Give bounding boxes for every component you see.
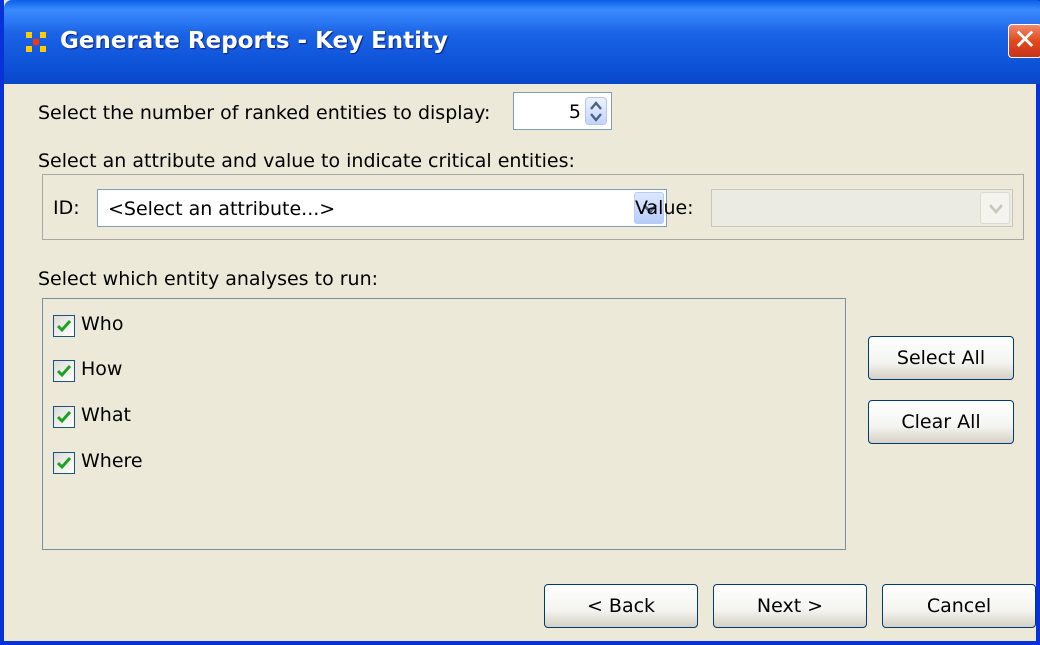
checkbox-label: How	[81, 358, 123, 380]
checkbox-label: What	[81, 404, 131, 426]
ranked-entities-value: 5	[568, 101, 581, 123]
value-label: Value:	[635, 197, 694, 219]
attribute-select-value: <Select an attribute...>	[108, 198, 336, 220]
title-bar[interactable]: Generate Reports - Key Entity ✕	[4, 0, 1040, 84]
checkbox-label: Who	[81, 313, 124, 335]
checkbox-box[interactable]	[53, 406, 75, 428]
close-button[interactable]: ✕	[1008, 24, 1040, 58]
spinner-arrows[interactable]	[585, 97, 607, 125]
dialog-window: Generate Reports - Key Entity ✕ Select t…	[0, 0, 1040, 645]
clear-all-button[interactable]: Clear All	[868, 400, 1014, 444]
chevron-down-icon[interactable]	[590, 113, 602, 122]
checkbox-box[interactable]	[53, 452, 75, 474]
id-label: ID:	[53, 197, 80, 219]
chevron-up-icon[interactable]	[590, 101, 602, 110]
checkmark-icon	[57, 365, 71, 378]
value-dropdown-button[interactable]	[980, 192, 1010, 224]
checkbox-label: Where	[81, 450, 143, 472]
window-title: Generate Reports - Key Entity	[60, 28, 449, 54]
analyses-list: Who How What Where	[42, 298, 846, 550]
attribute-select[interactable]: <Select an attribute...>	[97, 189, 667, 227]
attribute-section-label: Select an attribute and value to indicat…	[38, 150, 575, 172]
close-icon: ✕	[1013, 23, 1037, 56]
cancel-button[interactable]: Cancel	[882, 584, 1036, 628]
analyses-section-label: Select which entity analyses to run:	[38, 268, 379, 290]
checkmark-icon	[57, 320, 71, 333]
select-all-button[interactable]: Select All	[868, 336, 1014, 380]
ranked-entities-spinner[interactable]: 5	[513, 92, 612, 130]
checkmark-icon	[57, 411, 71, 424]
attribute-panel: ID: <Select an attribute...> Value:	[42, 174, 1024, 240]
chevron-down-icon	[989, 204, 1003, 214]
value-select[interactable]	[711, 189, 1013, 227]
ranked-entities-label: Select the number of ranked entities to …	[38, 102, 491, 124]
checkbox-box[interactable]	[53, 360, 75, 382]
checkbox-box[interactable]	[53, 315, 75, 337]
next-button[interactable]: Next >	[713, 584, 867, 628]
checkmark-icon	[57, 457, 71, 470]
ora-network-icon	[26, 32, 46, 52]
back-button[interactable]: < Back	[544, 584, 698, 628]
